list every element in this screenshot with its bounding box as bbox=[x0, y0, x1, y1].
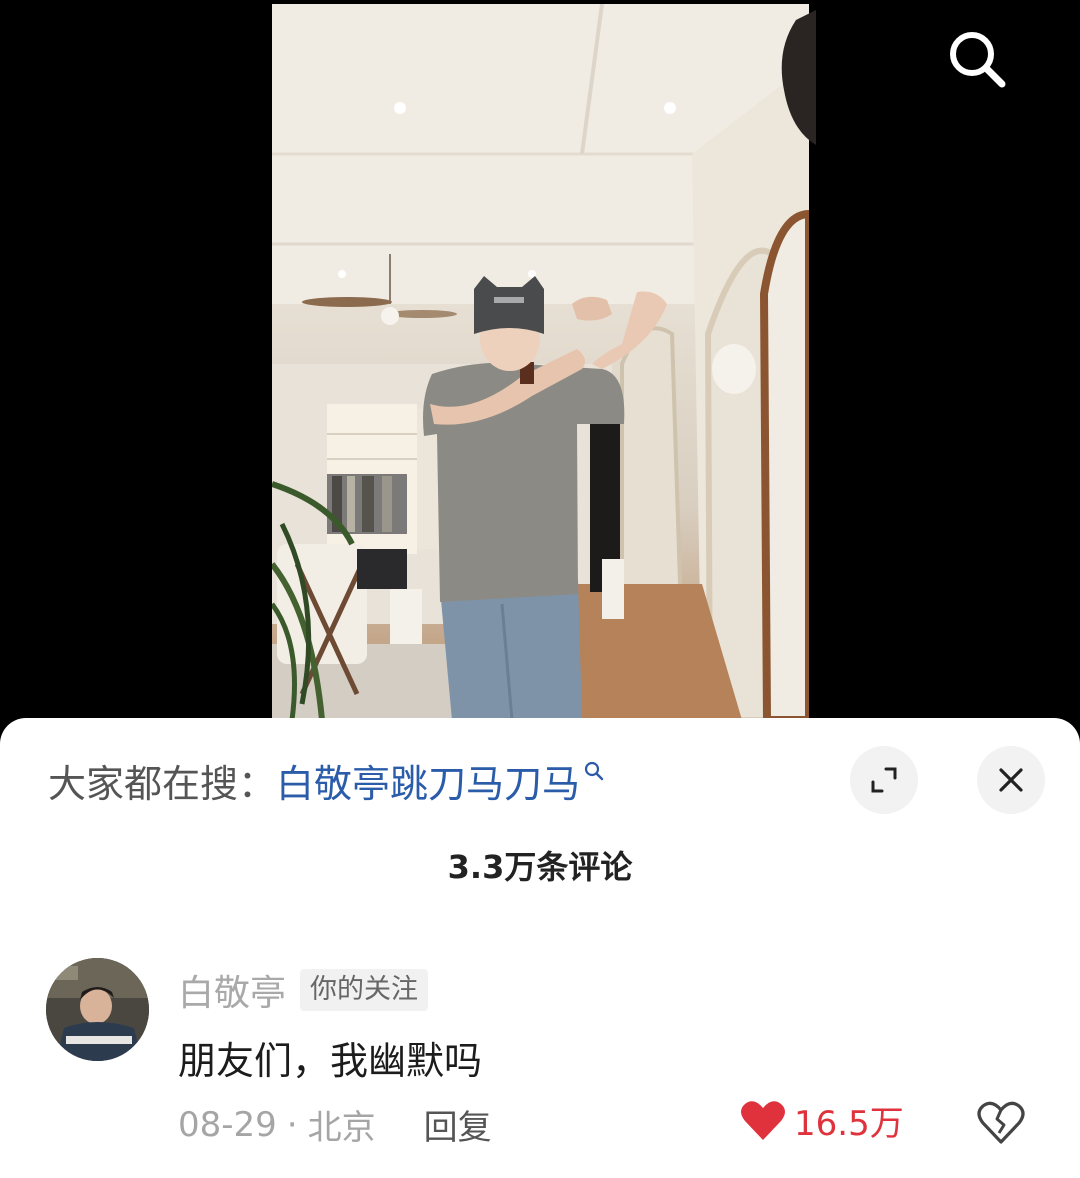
follow-badge: 你的关注 bbox=[300, 969, 429, 1011]
expand-button[interactable] bbox=[850, 746, 918, 814]
hot-search-term[interactable]: 白敬亭跳刀马刀马 bbox=[276, 753, 580, 808]
dislike-button[interactable] bbox=[974, 1096, 1028, 1150]
meta-separator: · bbox=[286, 1104, 298, 1145]
avatar[interactable] bbox=[46, 958, 149, 1061]
comment-location: 北京 bbox=[307, 1108, 376, 1148]
video-frame-image bbox=[272, 4, 809, 720]
screen: 大家都在搜： 白敬亭跳刀马刀马 3.3万条评论 白敬亭 你的关注 朋友们，我幽默… bbox=[0, 0, 1080, 1178]
avatar-image bbox=[46, 958, 149, 1061]
video-player[interactable] bbox=[272, 4, 809, 720]
expand-icon bbox=[871, 767, 897, 793]
comment-text: 朋友们，我幽默吗 bbox=[178, 1039, 483, 1083]
like-button[interactable]: 16.5万 bbox=[740, 1096, 904, 1145]
hot-search-prefix: 大家都在搜： bbox=[48, 761, 277, 806]
broken-heart-icon bbox=[977, 1101, 1025, 1144]
comment-count-title: 3.3万条评论 bbox=[447, 848, 633, 886]
comment-meta: 08-29 · 北京 回复 bbox=[178, 1100, 492, 1149]
video-overlay-silhouette bbox=[781, 10, 816, 145]
search-button[interactable] bbox=[942, 24, 1012, 94]
comment-item: 白敬亭 你的关注 朋友们，我幽默吗 08-29 · 北京 回复 16.5万 bbox=[46, 956, 1046, 1166]
search-icon bbox=[950, 32, 1006, 88]
search-small-icon bbox=[584, 761, 604, 781]
like-count: 16.5万 bbox=[794, 1104, 904, 1144]
comment-date: 08-29 bbox=[178, 1104, 277, 1145]
comment-author-row: 白敬亭 你的关注 bbox=[178, 964, 429, 1016]
hot-search-bar[interactable]: 大家都在搜： 白敬亭跳刀马刀马 bbox=[48, 752, 604, 808]
heart-filled-icon bbox=[741, 1100, 785, 1140]
close-icon bbox=[999, 768, 1023, 792]
comment-author-name[interactable]: 白敬亭 bbox=[178, 964, 286, 1016]
reply-button[interactable]: 回复 bbox=[424, 1100, 492, 1149]
close-button[interactable] bbox=[977, 746, 1045, 814]
